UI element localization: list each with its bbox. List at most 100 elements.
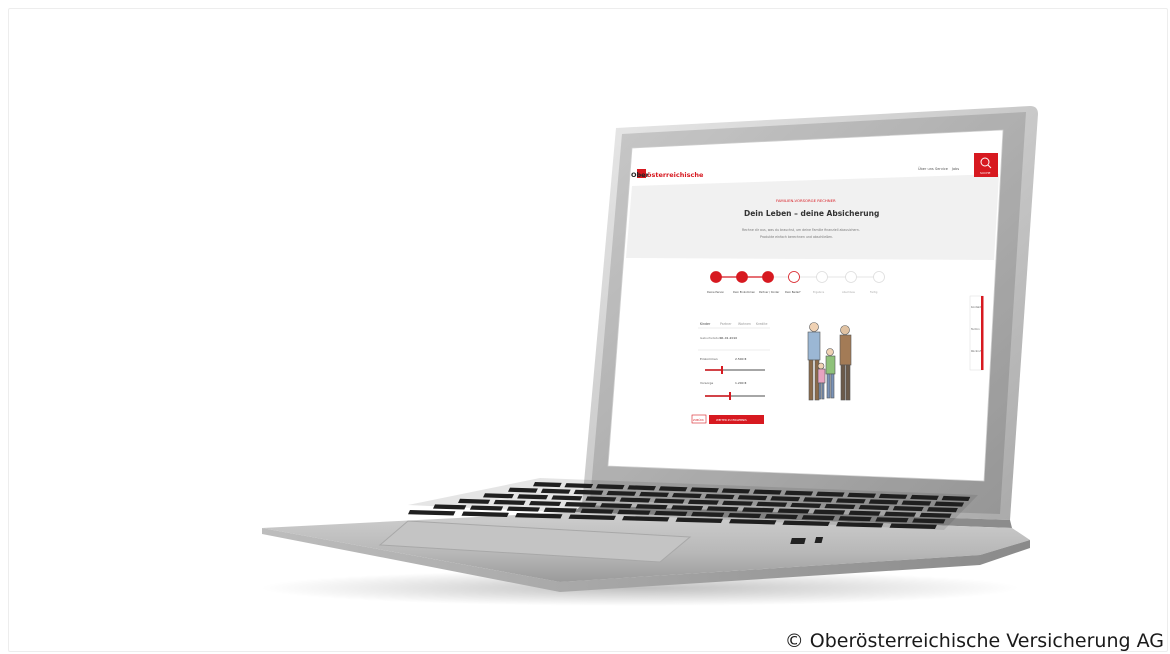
step-label: Dein Bedarf [785, 290, 800, 294]
step-label: Dein Einkommen [733, 290, 755, 294]
keyboard-key [635, 504, 668, 510]
svg-text:Ober: Ober [631, 171, 650, 179]
keyboard-key [533, 482, 562, 488]
keyboard-key [408, 510, 456, 516]
keyboard-key [704, 494, 735, 500]
keyboard-key [461, 511, 509, 517]
svg-text:Über uns: Über uns [918, 166, 934, 171]
keyboard-key [687, 499, 719, 505]
keyboard-key [737, 495, 768, 501]
keyboard-key [564, 483, 594, 489]
svg-text:FAMILIEN-VORSORGE RECHNER: FAMILIEN-VORSORGE RECHNER [776, 198, 836, 203]
keyboard-key [777, 508, 810, 514]
keyboard-key [627, 485, 656, 491]
svg-text:Wohnen: Wohnen [738, 322, 751, 326]
keyboard-key [847, 492, 876, 498]
keyboard-key [858, 504, 890, 511]
step-label: Ergebnis [813, 290, 825, 294]
step-circle [845, 271, 857, 283]
keyboard-key [848, 510, 881, 516]
keyboard-key [926, 507, 958, 513]
svg-text:Rückruf: Rückruf [971, 349, 981, 353]
keyboard-key [671, 492, 702, 499]
keyboard-key [721, 488, 751, 494]
keyboard-key [551, 495, 583, 501]
keyboard-key [506, 506, 541, 512]
keyboard-key [619, 497, 651, 503]
keyboard-key [824, 503, 856, 510]
svg-text:01.01.2010: 01.01.2010 [720, 336, 737, 340]
keyboard-key [600, 503, 633, 509]
keyboard-key [573, 489, 604, 495]
svg-text:Rechne dir aus, was du brauchs: Rechne dir aus, was du brauchst, um dein… [742, 228, 860, 232]
svg-text:Kontakt: Kontakt [971, 305, 981, 309]
screen-logo: österreichische [647, 171, 704, 179]
keyboard-key [878, 493, 908, 499]
svg-text:Jobs: Jobs [951, 167, 959, 171]
step-label: Abschluss [842, 290, 856, 294]
copyright-notice: © Oberösterreichische Versicherung AG [784, 630, 1164, 652]
keyboard-key [784, 490, 814, 496]
svg-text:Partner: Partner [720, 322, 732, 326]
svg-text:2.500 €: 2.500 € [735, 357, 747, 361]
keyboard-key [910, 494, 939, 500]
keyboard-key [901, 500, 932, 506]
usb-port [790, 538, 806, 544]
keyboard-key [564, 502, 597, 508]
side-contact-tab: Kontakt Termin Rückruf [969, 295, 984, 371]
svg-text:Produkte einfach berechnen und: Produkte einfach berechnen und abschließ… [760, 235, 833, 239]
keyboard-key [770, 496, 801, 502]
keyboard-key [753, 489, 782, 495]
keyboard-key [875, 517, 909, 523]
svg-text:Einkommen: Einkommen [700, 357, 718, 361]
keyboard-key [493, 499, 526, 505]
keyboard-key [706, 506, 739, 512]
keyboard-key [517, 494, 549, 500]
step-circle [710, 271, 722, 283]
step-label: Partner / Kinder [759, 290, 780, 294]
keyboard-key [529, 500, 562, 507]
keyboard-key [742, 507, 775, 513]
keyboard-key [585, 496, 617, 502]
keyboard-key [790, 502, 822, 508]
keyboard-key [606, 490, 637, 496]
keyboard-key [803, 497, 833, 503]
keyboard-key [617, 509, 651, 515]
laptop-photo: österreichische Ober SUCHE Über uns Serv… [260, 106, 1038, 606]
svg-text:Vorsorge: Vorsorge [700, 381, 713, 385]
keyboard-key [722, 500, 754, 506]
keyboard-key [658, 486, 688, 492]
keyboard-key [727, 512, 762, 519]
svg-text:Kredite: Kredite [756, 322, 767, 326]
keyboard-key [458, 498, 491, 504]
svg-text:Kinder: Kinder [700, 322, 711, 326]
keyboard-key [912, 518, 946, 524]
step-circle [788, 271, 800, 283]
keyboard-key [691, 511, 725, 518]
step-circle [736, 271, 748, 283]
step-circle [816, 271, 828, 283]
keyboard-key [653, 498, 685, 504]
keyboard-key [756, 501, 788, 507]
keyboard-key [801, 515, 835, 521]
keyboard-key [813, 509, 846, 515]
svg-text:Geburtsdatum: Geburtsdatum [700, 336, 722, 340]
keyboard-key [868, 499, 899, 505]
keyboard-key [835, 498, 866, 504]
keyboard-key [433, 504, 467, 510]
keyboard-key [483, 493, 515, 499]
keyboard-key [764, 514, 799, 520]
keyboard-key [671, 505, 704, 511]
keyboard-key [884, 511, 917, 517]
keyboard-key [654, 510, 688, 516]
keyboard-key [934, 501, 965, 507]
step-label: Deine Person [707, 290, 724, 294]
keyboard-key [508, 487, 538, 493]
svg-text:WEITER ZU ERGEBNIS: WEITER ZU ERGEBNIS [716, 418, 747, 422]
svg-text:Service: Service [935, 167, 948, 171]
keyboard-key [941, 495, 971, 502]
laptop-screen: österreichische Ober SUCHE Über uns Serv… [607, 129, 1004, 482]
keyboard-key [838, 516, 872, 522]
keyboard-key [543, 507, 577, 513]
keyboard-key [469, 505, 504, 511]
